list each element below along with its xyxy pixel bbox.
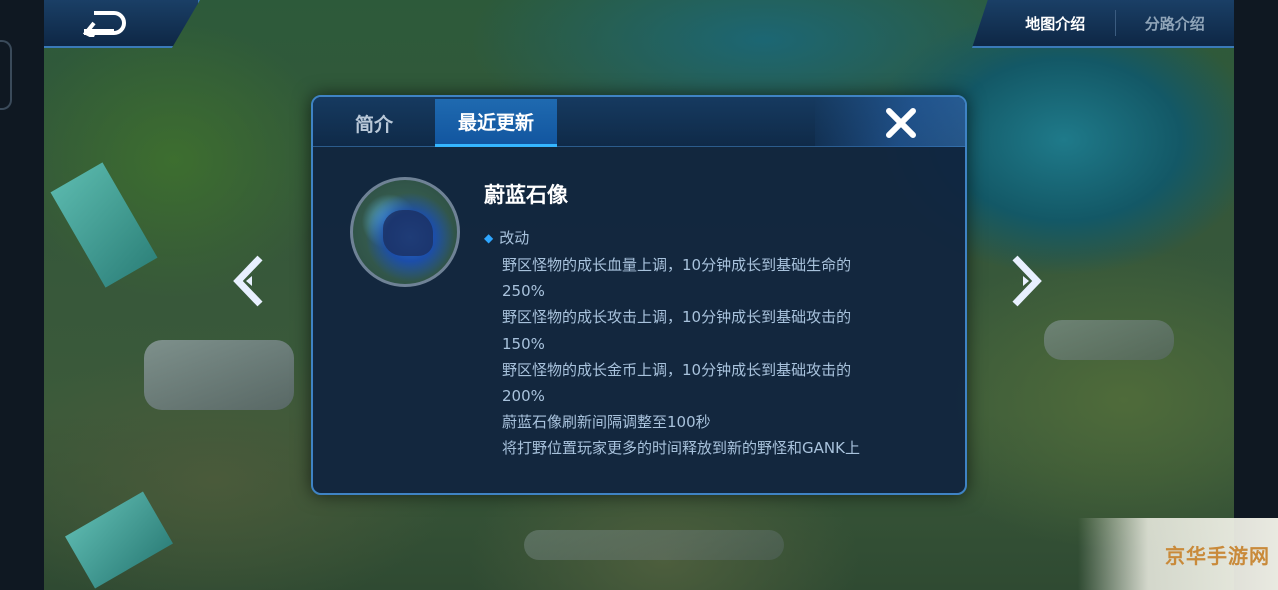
- watermark-text: 京华手游网: [1165, 543, 1270, 568]
- portrait-figure: [383, 210, 433, 256]
- note-line: 250%: [502, 282, 545, 301]
- note-line: 野区怪物的成长金币上调，10分钟成长到基础攻击的: [502, 360, 852, 379]
- rock: [524, 530, 784, 560]
- note-line: 200%: [502, 387, 545, 406]
- update-notes: 野区怪物的成长血量上调，10分钟成长到基础生命的 250% 野区怪物的成长攻击上…: [502, 252, 942, 462]
- info-dialog: 简介 最近更新 蔚蓝石像 ◆ 改动 野区怪物的成长血量上调，10分钟成长到基础生…: [311, 95, 967, 495]
- diamond-bullet-icon: ◆: [484, 230, 494, 245]
- tab-recent-updates[interactable]: 最近更新: [435, 99, 557, 147]
- watermark: 京华手游网: [1078, 518, 1278, 590]
- tab-lane-intro[interactable]: 分路介绍: [1116, 13, 1235, 34]
- next-arrow-icon[interactable]: [1005, 254, 1045, 308]
- top-tab-bar: 地图介绍 分路介绍: [972, 0, 1234, 48]
- teal-ruin: [65, 491, 173, 589]
- rock: [144, 340, 294, 410]
- tab-map-intro[interactable]: 地图介绍: [972, 13, 1115, 34]
- side-handle[interactable]: [0, 40, 12, 110]
- note-line: 蔚蓝石像刷新间隔调整至100秒: [502, 413, 711, 432]
- return-arrow-icon: [82, 11, 126, 37]
- close-x-icon: [886, 108, 916, 138]
- note-line: 将打野位置玩家更多的时间释放到新的野怪和GANK上: [502, 439, 860, 458]
- section-title-text: 改动: [499, 229, 530, 247]
- monster-portrait: [350, 177, 460, 287]
- close-button[interactable]: [883, 105, 919, 141]
- monster-name: 蔚蓝石像: [484, 183, 568, 207]
- left-frame: [0, 0, 44, 590]
- right-frame: [1234, 0, 1278, 590]
- note-line: 150%: [502, 334, 545, 353]
- note-line: 野区怪物的成长攻击上调，10分钟成长到基础攻击的: [502, 308, 852, 327]
- section-title: ◆ 改动: [484, 227, 529, 248]
- note-line: 野区怪物的成长血量上调，10分钟成长到基础生命的: [502, 256, 852, 274]
- teal-ruin: [50, 162, 158, 288]
- dialog-header: 简介 最近更新: [313, 97, 965, 147]
- prev-arrow-icon[interactable]: [230, 254, 270, 308]
- rock: [1044, 320, 1174, 360]
- tab-intro[interactable]: 简介: [313, 99, 435, 147]
